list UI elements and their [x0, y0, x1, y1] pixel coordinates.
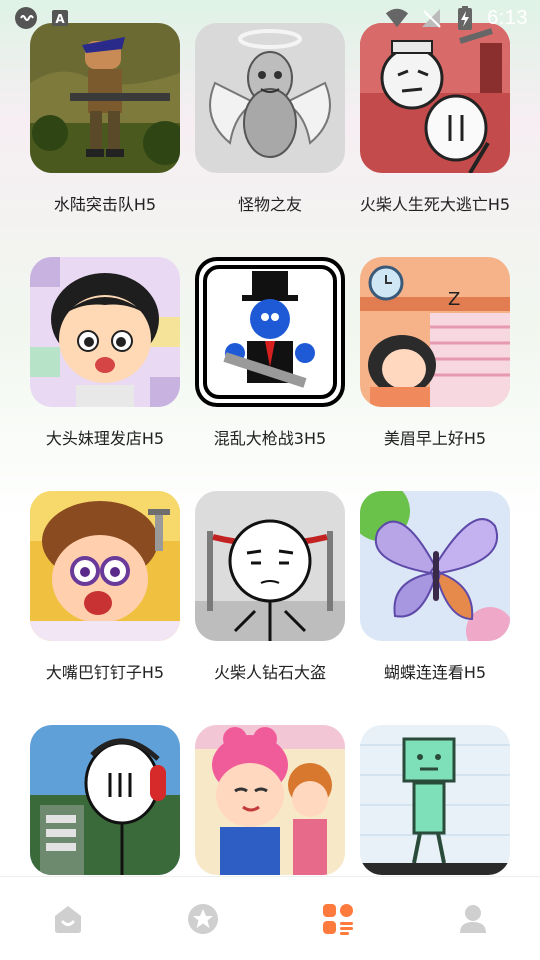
game-thumbnail[interactable] — [30, 491, 180, 641]
cast-icon — [14, 6, 38, 30]
game-thumbnail[interactable] — [30, 257, 180, 407]
game-tile[interactable]: 大头妹理发店H5 — [15, 257, 195, 487]
green-doodle-man-art — [360, 725, 510, 875]
game-thumbnail[interactable] — [195, 491, 345, 641]
bighead-girl-art — [30, 257, 180, 407]
sleeping-girl-alarm-art: Z — [360, 257, 510, 407]
game-tile[interactable]: 火柴人生死大逃亡H5 — [345, 23, 525, 253]
game-title: 美眉早上好H5 — [383, 429, 487, 448]
nav-categories[interactable] — [270, 877, 405, 960]
game-thumbnail[interactable] — [195, 257, 345, 407]
game-tile[interactable]: 怪物之友 — [180, 23, 360, 253]
game-tile[interactable]: 蝴蝶连连看H5 — [345, 491, 525, 721]
status-bar-left: A — [14, 6, 72, 30]
star-badge-icon — [187, 903, 218, 934]
game-thumbnail[interactable] — [30, 725, 180, 875]
game-title: 蝴蝶连连看H5 — [383, 663, 487, 682]
nav-profile[interactable] — [405, 877, 540, 960]
status-time: 6:13 — [487, 6, 528, 29]
nav-featured[interactable] — [135, 877, 270, 960]
status-bar: A 6:13 — [0, 0, 540, 36]
game-tile[interactable] — [180, 725, 360, 876]
game-title: 大嘴巴钉钉子H5 — [45, 663, 165, 682]
battery-charging-icon — [453, 6, 477, 30]
game-title: 水陆突击队H5 — [53, 195, 157, 214]
profile-icon — [459, 904, 486, 933]
nav-home[interactable] — [0, 877, 135, 960]
bigmouth-nail-art — [30, 491, 180, 641]
stickman-headphones-art — [30, 725, 180, 875]
status-bar-right: 6:13 — [385, 6, 528, 30]
butterfly-art — [360, 491, 510, 641]
wifi-icon — [385, 6, 409, 30]
game-thumbnail[interactable]: Z — [360, 257, 510, 407]
game-thumbnail[interactable] — [360, 23, 510, 173]
svg-text:Z: Z — [448, 289, 460, 310]
game-title: 怪物之友 — [237, 195, 302, 214]
a-notification-icon: A — [48, 6, 72, 30]
game-thumbnail[interactable] — [360, 725, 510, 875]
angel-monster-art — [195, 23, 345, 173]
game-title: 大头妹理发店H5 — [45, 429, 165, 448]
game-grid: 水陆突击队H5 怪物之友 火柴人生死大逃亡H5 大头妹理发店H5 混乱大枪战3H… — [0, 0, 540, 876]
game-tile[interactable]: 混乱大枪战3H5 — [180, 257, 360, 487]
home-icon — [54, 905, 81, 933]
svg-text:A: A — [55, 12, 65, 26]
game-tile[interactable]: 水陆突击队H5 — [15, 23, 195, 253]
game-tile[interactable]: 火柴人钻石大盗 — [180, 491, 360, 721]
game-tile[interactable] — [345, 725, 525, 876]
game-title: 混乱大枪战3H5 — [213, 429, 327, 448]
stickman-diamond-thief-art — [195, 491, 345, 641]
game-thumbnail[interactable] — [360, 491, 510, 641]
cartoon-girls-art — [195, 725, 345, 875]
game-tile[interactable] — [15, 725, 195, 876]
tophat-gunman-art — [195, 257, 345, 407]
game-tile[interactable]: Z 美眉早上好H5 — [345, 257, 525, 487]
game-title: 火柴人钻石大盗 — [213, 663, 326, 682]
commando-soldier-art — [30, 23, 180, 173]
signal-off-icon — [419, 6, 443, 30]
game-thumbnail[interactable] — [195, 23, 345, 173]
game-thumbnail[interactable] — [195, 725, 345, 875]
bottom-navigation — [0, 876, 540, 960]
game-title: 火柴人生死大逃亡H5 — [359, 195, 511, 214]
game-thumbnail[interactable] — [30, 23, 180, 173]
game-tile[interactable]: 大嘴巴钉钉子H5 — [15, 491, 195, 721]
stickman-escape-art — [360, 23, 510, 173]
category-grid-icon — [322, 903, 353, 935]
